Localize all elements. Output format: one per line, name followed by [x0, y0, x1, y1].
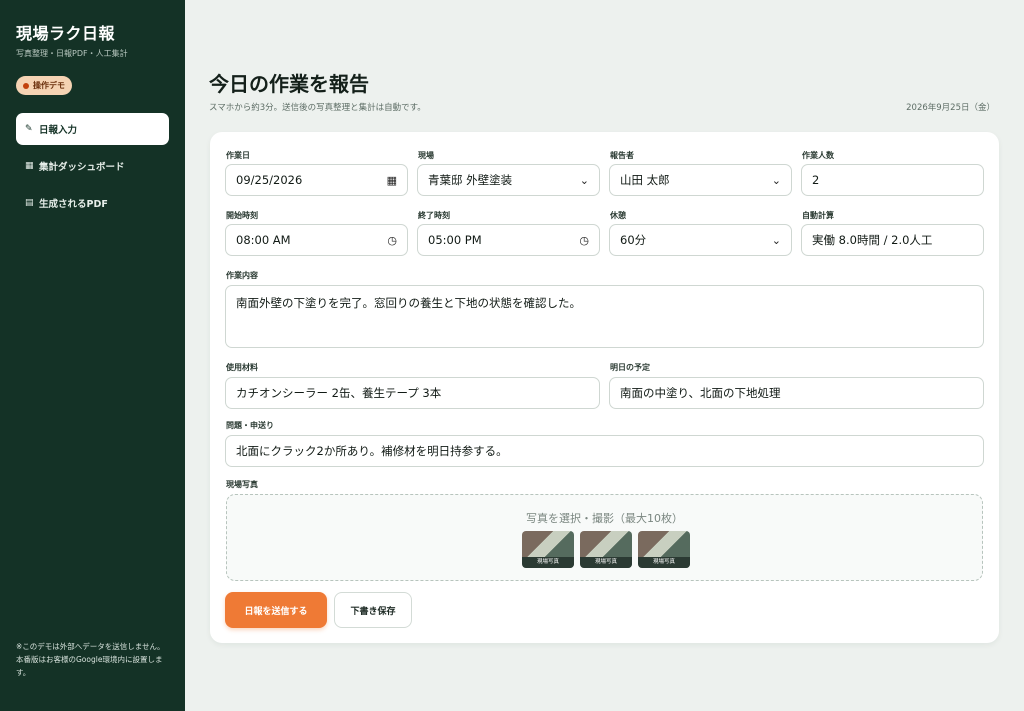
page-subtitle: スマホから約3分。送信後の写真整理と集計は自動です。 — [209, 103, 426, 113]
chevron-down-icon: ⌄ — [771, 233, 781, 247]
site-label: 現場 — [418, 151, 434, 160]
work-date-label: 作業日 — [226, 151, 250, 160]
sidebar-item-label: 生成されるPDF — [39, 199, 108, 210]
auto-calc-value: 実働 8.0時間 / 2.0人工 — [812, 233, 933, 247]
sidebar-item-label: 集計ダッシュボード — [39, 162, 125, 173]
break-value: 60分 — [620, 233, 647, 247]
sidebar-item-dashboard[interactable]: ▦ 集計ダッシュボード — [16, 150, 169, 182]
work-date-value: 09/25/2026 — [236, 173, 303, 187]
sidebar-nav: ✎ 日報入力 ▦ 集計ダッシュボード ▤ 生成されるPDF — [16, 113, 169, 224]
workers-value: 2 — [812, 173, 820, 187]
report-form-card: 作業日 09/25/2026 ▦ 現場 青葉邸 外壁塗装 ⌄ 報告者 山田 太郎… — [210, 132, 999, 643]
app-title: 現場ラク日報 — [16, 24, 116, 43]
break-label: 休憩 — [610, 211, 626, 220]
photo-thumbnails: 現場写真 現場写真 現場写真 — [522, 531, 690, 568]
save-draft-button[interactable]: 下書き保存 — [334, 592, 412, 628]
tomorrow-label: 明日の予定 — [610, 363, 650, 372]
work-content-value: 南面外壁の下塗りを完了。窓回りの養生と下地の状態を確認した。 — [236, 296, 581, 310]
tomorrow-value: 南面の中塗り、北面の下地処理 — [620, 386, 781, 400]
demo-badge-label: 操作デモ — [33, 81, 65, 90]
auto-calc-field: 実働 8.0時間 / 2.0人工 — [801, 224, 984, 256]
work-content-label: 作業内容 — [226, 271, 258, 280]
reporter-select[interactable]: 山田 太郎 ⌄ — [609, 164, 792, 196]
work-content-textarea[interactable]: 南面外壁の下塗りを完了。窓回りの養生と下地の状態を確認した。 — [225, 285, 984, 348]
materials-input[interactable]: カチオンシーラー 2缶、養生テープ 3本 — [225, 377, 600, 409]
site-select[interactable]: 青葉邸 外壁塗装 ⌄ — [417, 164, 600, 196]
app-tagline: 写真整理・日報PDF・人工集計 — [16, 49, 128, 58]
photo-thumbnail[interactable]: 現場写真 — [522, 531, 574, 568]
document-icon: ▤ — [25, 198, 34, 208]
demo-badge: 操作デモ — [16, 76, 72, 95]
clock-icon[interactable]: ◷ — [387, 234, 397, 247]
calendar-icon[interactable]: ▦ — [387, 174, 397, 187]
pencil-icon: ✎ — [25, 124, 33, 134]
reporter-label: 報告者 — [610, 151, 634, 160]
work-date-input[interactable]: 09/25/2026 ▦ — [225, 164, 408, 196]
end-time-input[interactable]: 05:00 PM ◷ — [417, 224, 600, 256]
photo-upload-zone[interactable]: 写真を選択・撮影（最大10枚） 現場写真 現場写真 現場写真 — [226, 494, 983, 581]
start-time-input[interactable]: 08:00 AM ◷ — [225, 224, 408, 256]
workers-input[interactable]: 2 — [801, 164, 984, 196]
site-value: 青葉邸 外壁塗装 — [428, 173, 513, 187]
auto-calc-label: 自動計算 — [802, 211, 834, 220]
clock-icon[interactable]: ◷ — [579, 234, 589, 247]
materials-value: カチオンシーラー 2缶、養生テープ 3本 — [236, 386, 442, 400]
sidebar-item-pdf[interactable]: ▤ 生成されるPDF — [16, 187, 169, 219]
photos-label: 現場写真 — [226, 480, 258, 489]
status-dot-icon — [23, 82, 29, 89]
photo-thumbnail-label: 現場写真 — [580, 557, 632, 568]
submit-report-button[interactable]: 日報を送信する — [225, 592, 327, 628]
photo-thumbnail[interactable]: 現場写真 — [638, 531, 690, 568]
grid-icon: ▦ — [25, 161, 34, 171]
issues-label: 問題・申送り — [226, 421, 274, 430]
start-time-label: 開始時刻 — [226, 211, 258, 220]
sidebar-item-label: 日報入力 — [39, 125, 78, 136]
workers-label: 作業人数 — [802, 151, 834, 160]
sidebar-item-report-input[interactable]: ✎ 日報入力 — [16, 113, 169, 145]
photo-thumbnail-label: 現場写真 — [522, 557, 574, 568]
sidebar: 現場ラク日報 写真整理・日報PDF・人工集計 操作デモ ✎ 日報入力 ▦ 集計ダ… — [0, 0, 185, 711]
end-time-value: 05:00 PM — [428, 233, 482, 247]
photo-upload-hint: 写真を選択・撮影（最大10枚） — [526, 512, 683, 525]
break-select[interactable]: 60分 ⌄ — [609, 224, 792, 256]
issues-value: 北面にクラック2か所あり。補修材を明日持参する。 — [236, 444, 508, 458]
current-date: 2026年9月25日（金） — [906, 103, 995, 113]
materials-label: 使用材料 — [226, 363, 258, 372]
sidebar-note: ※このデモは外部へデータを送信しません。本番版はお客様のGoogle環境内に設置… — [16, 642, 165, 677]
start-time-value: 08:00 AM — [236, 233, 291, 247]
issues-input[interactable]: 北面にクラック2か所あり。補修材を明日持参する。 — [225, 435, 984, 467]
page-title: 今日の作業を報告 — [209, 72, 369, 96]
photo-thumbnail-label: 現場写真 — [638, 557, 690, 568]
tomorrow-input[interactable]: 南面の中塗り、北面の下地処理 — [609, 377, 984, 409]
reporter-value: 山田 太郎 — [620, 173, 670, 187]
end-time-label: 終了時刻 — [418, 211, 450, 220]
chevron-down-icon: ⌄ — [579, 173, 589, 187]
photo-thumbnail[interactable]: 現場写真 — [580, 531, 632, 568]
chevron-down-icon: ⌄ — [771, 173, 781, 187]
